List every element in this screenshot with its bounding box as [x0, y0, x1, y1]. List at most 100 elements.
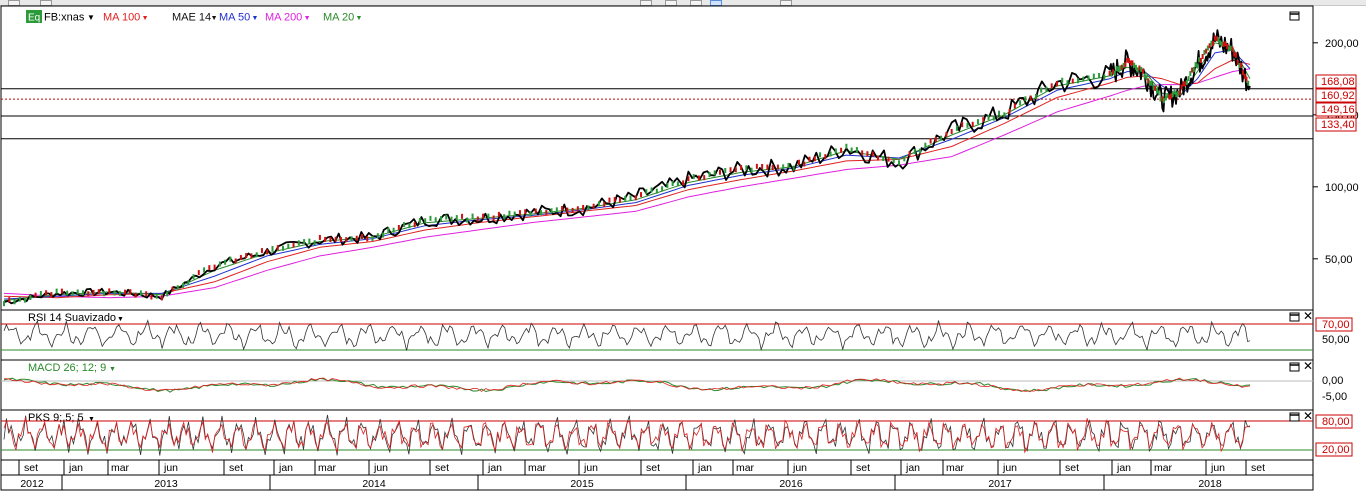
candle — [1171, 91, 1174, 97]
candle — [18, 296, 21, 302]
candle — [808, 156, 811, 162]
candle — [60, 288, 63, 294]
candle — [618, 197, 621, 203]
candle — [924, 142, 927, 148]
price-level-label: 149,16 — [1321, 104, 1355, 116]
candle — [292, 242, 295, 248]
close-panel-icon[interactable]: ✕ — [1303, 309, 1313, 323]
candle — [1115, 65, 1118, 71]
year-label: 2012 — [20, 478, 44, 490]
candle — [724, 168, 727, 174]
indicator-legend-item[interactable]: MA 200 — [265, 12, 302, 24]
candle — [940, 135, 943, 141]
symbol-dropdown-icon[interactable]: ▼ — [87, 13, 95, 22]
month-label: jun — [373, 462, 388, 474]
candle — [950, 128, 953, 134]
indicator-legend-item[interactable]: MAE 14 — [172, 12, 211, 24]
month-label: jan — [697, 462, 712, 474]
candle — [603, 202, 606, 208]
candle — [8, 297, 11, 303]
month-label: set — [1065, 462, 1079, 474]
candle — [540, 210, 543, 216]
candle — [1087, 75, 1090, 81]
macd-title[interactable]: MACD 26; 12; 9 — [28, 362, 106, 374]
candle — [655, 188, 658, 194]
legend-dropdown-icon[interactable]: ▼ — [356, 15, 363, 22]
legend-dropdown-icon[interactable]: ▼ — [142, 15, 149, 22]
candle — [929, 138, 932, 144]
month-label: jan — [1116, 462, 1131, 474]
candle — [1208, 43, 1211, 49]
price-level-label: 168,08 — [1321, 76, 1355, 88]
candle — [1066, 80, 1069, 86]
indicator-legend-item[interactable]: MA 100 — [103, 12, 140, 24]
candle — [287, 243, 290, 249]
candle — [976, 119, 979, 125]
close-panel-icon[interactable]: ✕ — [1303, 359, 1313, 373]
candle — [597, 201, 600, 207]
price-panel — [0, 5, 1314, 311]
candle — [1184, 81, 1187, 87]
month-label: mar — [736, 462, 755, 474]
legend-dropdown-icon[interactable]: ▼ — [252, 15, 259, 22]
legend-dropdown-icon[interactable]: ▼ — [304, 15, 311, 22]
candle — [66, 290, 69, 296]
candle — [497, 211, 500, 217]
candle — [1050, 83, 1053, 89]
candle — [892, 157, 895, 163]
candle — [629, 195, 632, 201]
candle — [1224, 41, 1227, 47]
year-label: 2014 — [362, 478, 386, 490]
candle — [1113, 70, 1116, 76]
rsi-title[interactable]: RSI 14 Suavizado — [28, 312, 116, 324]
candle — [55, 288, 58, 294]
close-panel-icon[interactable]: ✕ — [1303, 409, 1313, 423]
macd-dropdown-icon[interactable]: ▼ — [109, 366, 116, 373]
candle — [39, 290, 42, 296]
candle — [282, 245, 285, 251]
maximize-panel-icon[interactable] — [1289, 362, 1300, 372]
candle — [1219, 40, 1222, 46]
candle — [1120, 64, 1123, 70]
indicator-legend-item[interactable]: MA 20 — [323, 12, 354, 24]
candle — [197, 270, 200, 276]
candle — [819, 152, 822, 158]
pks-dropdown-icon[interactable]: ▼ — [88, 416, 95, 423]
symbol-label[interactable]: FB:xnas — [44, 12, 85, 24]
candle — [382, 232, 385, 238]
candle — [840, 147, 843, 153]
candle — [1240, 62, 1243, 68]
candle — [1154, 85, 1157, 91]
candle — [529, 211, 532, 217]
legend-dropdown-icon[interactable]: ▼ — [211, 15, 218, 22]
candle — [145, 291, 148, 297]
month-label: jan — [68, 462, 83, 474]
maximize-panel-icon[interactable] — [1289, 412, 1300, 422]
candle — [1045, 86, 1048, 92]
maximize-panel-icon[interactable] — [1289, 312, 1300, 322]
month-label: jan — [278, 462, 293, 474]
candle — [229, 256, 232, 262]
rsi-dropdown-icon[interactable]: ▼ — [117, 316, 124, 323]
month-label: jan — [905, 462, 920, 474]
year-label: 2015 — [570, 478, 594, 490]
rsi-panel — [0, 309, 1314, 361]
candle — [866, 151, 869, 157]
candle — [1157, 90, 1160, 96]
price-level-label: 133,40 — [1321, 119, 1355, 131]
candle — [876, 155, 879, 161]
year-label: 2016 — [779, 478, 803, 490]
candle — [1168, 94, 1171, 100]
candle — [1185, 79, 1188, 85]
indicator-legend-item[interactable]: MA 50 — [219, 12, 250, 24]
candle — [1220, 41, 1223, 47]
candle — [1055, 81, 1058, 87]
candle — [919, 148, 922, 154]
candle — [97, 289, 100, 295]
pks-title[interactable]: PKS 9; 5; 5 — [28, 412, 84, 424]
candle — [87, 291, 90, 297]
osc-tick-label: 80,00 — [1322, 416, 1350, 428]
candle — [1201, 54, 1204, 60]
candle — [782, 164, 785, 170]
maximize-panel-icon[interactable] — [1289, 11, 1300, 21]
